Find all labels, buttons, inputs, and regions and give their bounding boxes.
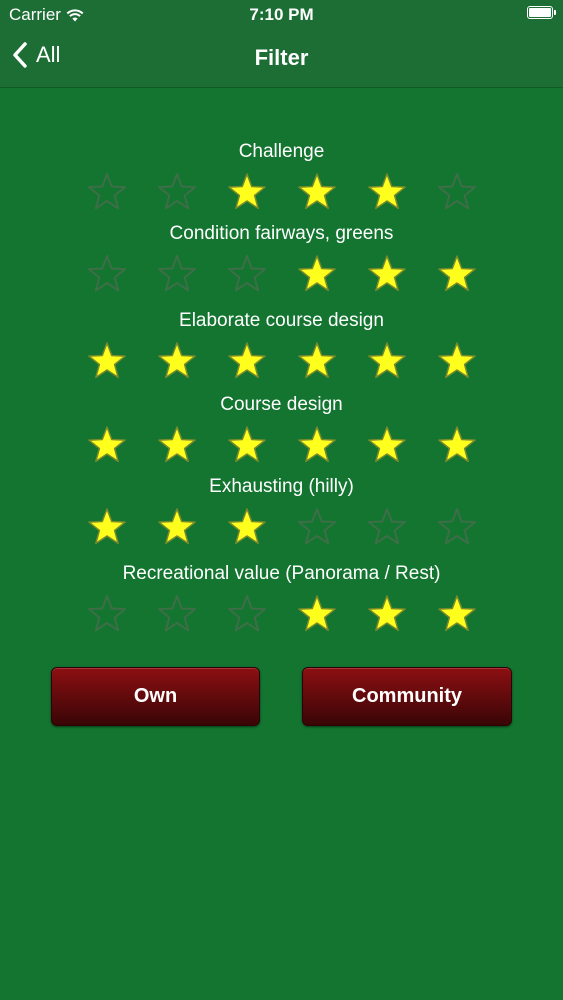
star-rating (0, 341, 563, 383)
star-filled-icon[interactable] (217, 425, 277, 467)
top-bar: Carrier 7:10 PM All Filter (0, 0, 563, 88)
star-filled-icon[interactable] (287, 172, 347, 214)
star-filled-icon[interactable] (217, 172, 277, 214)
star-filled-icon[interactable] (357, 425, 417, 467)
status-bar: Carrier 7:10 PM (0, 0, 563, 30)
star-filled-icon[interactable] (427, 341, 487, 383)
page-title: Filter (254, 45, 309, 70)
own-button[interactable]: Own (51, 667, 260, 726)
star-filled-icon[interactable] (427, 254, 487, 296)
star-filled-icon[interactable] (77, 341, 137, 383)
star-empty-icon[interactable] (147, 594, 207, 636)
rating-category-label: Course design (220, 394, 343, 415)
star-filled-icon[interactable] (357, 254, 417, 296)
rating-category-label: Elaborate course design (179, 310, 384, 331)
star-empty-icon[interactable] (147, 172, 207, 214)
rating-category-label: Condition fairways, greens (169, 223, 394, 244)
star-rating (0, 254, 563, 296)
star-empty-icon[interactable] (77, 594, 137, 636)
star-filled-icon[interactable] (287, 594, 347, 636)
star-filled-icon[interactable] (357, 341, 417, 383)
rating-category-label: Exhausting (hilly) (209, 476, 354, 497)
star-empty-icon[interactable] (217, 254, 277, 296)
community-button-label: Community (352, 685, 462, 707)
own-button-label: Own (133, 685, 178, 707)
star-filled-icon[interactable] (357, 172, 417, 214)
star-filled-icon[interactable] (287, 341, 347, 383)
star-empty-icon[interactable] (147, 254, 207, 296)
star-filled-icon[interactable] (427, 425, 487, 467)
star-filled-icon[interactable] (77, 507, 137, 549)
star-empty-icon[interactable] (357, 507, 417, 549)
star-empty-icon[interactable] (427, 507, 487, 549)
rating-category: Challenge (0, 140, 563, 214)
navigation-bar: All Filter (0, 30, 563, 86)
rating-category: Elaborate course design (0, 309, 563, 383)
star-empty-icon[interactable] (217, 594, 277, 636)
rating-category: Exhausting (hilly) (0, 475, 563, 549)
star-filled-icon[interactable] (147, 507, 207, 549)
rating-category-label: Challenge (238, 141, 325, 162)
status-time: 7:10 PM (249, 5, 314, 24)
star-empty-icon[interactable] (287, 507, 347, 549)
star-rating (0, 425, 563, 467)
star-filled-icon[interactable] (357, 594, 417, 636)
rating-category: Recreational value (Panorama / Rest) (0, 562, 563, 636)
star-rating (0, 172, 563, 214)
star-filled-icon[interactable] (217, 507, 277, 549)
star-empty-icon[interactable] (427, 172, 487, 214)
star-rating (0, 594, 563, 636)
rating-category-label: Recreational value (Panorama / Rest) (122, 563, 441, 584)
rating-category: Condition fairways, greens (0, 222, 563, 296)
star-filled-icon[interactable] (147, 425, 207, 467)
star-filled-icon[interactable] (217, 341, 277, 383)
community-button[interactable]: Community (302, 667, 512, 726)
rating-category: Course design (0, 393, 563, 467)
star-filled-icon[interactable] (287, 254, 347, 296)
star-filled-icon[interactable] (287, 425, 347, 467)
battery-icon (527, 6, 556, 19)
star-empty-icon[interactable] (77, 254, 137, 296)
star-filled-icon[interactable] (147, 341, 207, 383)
star-rating (0, 507, 563, 549)
star-empty-icon[interactable] (77, 172, 137, 214)
star-filled-icon[interactable] (427, 594, 487, 636)
star-filled-icon[interactable] (77, 425, 137, 467)
